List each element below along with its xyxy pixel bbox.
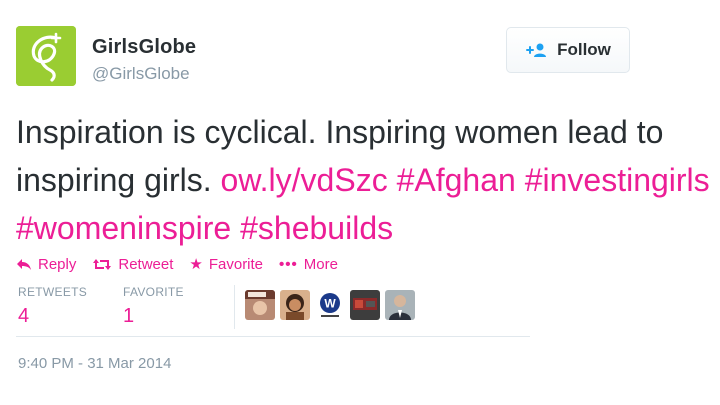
reply-action[interactable]: Reply: [16, 256, 76, 273]
star-icon: ★: [189, 255, 203, 273]
engager-avatar[interactable]: [385, 290, 415, 320]
engager-avatar[interactable]: W: [315, 290, 345, 320]
more-label: More: [303, 255, 338, 273]
tweet-text: Inspiration is cyclical. Inspiring women…: [16, 108, 716, 252]
reply-icon: [16, 258, 32, 271]
retweet-action[interactable]: Retweet: [92, 256, 173, 273]
engager-avatar[interactable]: [350, 290, 380, 320]
avatar[interactable]: [16, 26, 76, 86]
favorite-action[interactable]: ★ Favorite: [189, 256, 263, 273]
follow-label: Follow: [557, 40, 611, 59]
engager-avatars: W: [245, 290, 415, 320]
engager-avatar[interactable]: [280, 290, 310, 320]
favorite-label: Favorite: [208, 255, 264, 273]
reply-label: Reply: [38, 255, 77, 273]
tweet-card: GirlsGlobe @GirlsGlobe Follow Inspiratio…: [0, 0, 720, 405]
hashtag-womeninspire[interactable]: #womeninspire: [16, 210, 231, 246]
stats-divider: [234, 285, 235, 329]
engager-avatar[interactable]: [245, 290, 275, 320]
display-name[interactable]: GirlsGlobe: [92, 36, 196, 59]
tweet-actions: Reply Retweet ★ Favorite ••• More: [16, 253, 354, 275]
retweet-icon: [92, 258, 112, 271]
retweet-label: Retweet: [118, 255, 174, 273]
tweet-link[interactable]: ow.ly/vdSzc: [221, 162, 388, 198]
tweet-divider: [16, 336, 530, 337]
favorites-label: FAVORITE: [123, 285, 184, 299]
retweets-label: RETWEETS: [18, 285, 88, 299]
ellipsis-icon: •••: [279, 255, 298, 273]
svg-text:W: W: [324, 297, 336, 311]
follow-button[interactable]: Follow: [506, 27, 630, 73]
hashtag-investingirls[interactable]: #investingirls: [525, 162, 710, 198]
favorites-count[interactable]: 1: [123, 305, 134, 328]
tweet-timestamp[interactable]: 9:40 PM - 31 Mar 2014: [18, 355, 171, 372]
add-user-icon: [525, 42, 549, 58]
hashtag-afghan[interactable]: #Afghan: [397, 162, 516, 198]
more-action[interactable]: ••• More: [279, 256, 338, 273]
retweets-count[interactable]: 4: [18, 305, 29, 328]
girlsglobe-logo-icon: [16, 26, 76, 86]
hashtag-shebuilds[interactable]: #shebuilds: [240, 210, 393, 246]
screen-name[interactable]: @GirlsGlobe: [92, 64, 190, 84]
